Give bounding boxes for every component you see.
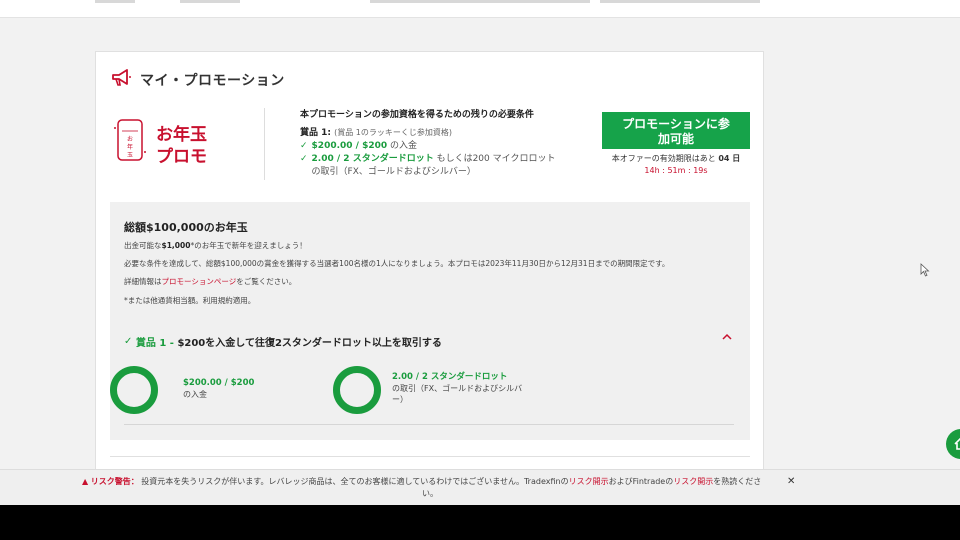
cond2-suffix: もしくは200 マイクロロット: [436, 154, 556, 164]
risk-end: を熟読くださ: [713, 477, 762, 486]
nav-item-ghost[interactable]: [95, 0, 135, 3]
offer-expiry: 本オファーの有効期限はあと 04 日 14h : 51m : 19s: [602, 153, 750, 177]
line3-post: をご覧ください。: [236, 277, 297, 286]
prize-title: $200を入金して往復2スタンダードロット以上を取引する: [177, 337, 442, 349]
risk-warning-label: リスク警告：: [90, 477, 139, 486]
panel-line1: 出金可能な$1,000*のお年玉で新年を迎えましょう！: [124, 240, 307, 251]
line1-post: *のお年玉で新年を迎えましょう！: [190, 241, 307, 250]
my-promotions-card: マイ・プロモーション お 年 玉 お年玉 プロモ 本プロモーションの参加資格を得…: [95, 51, 764, 505]
page-viewport: マイ・プロモーション お 年 玉 お年玉 プロモ 本プロモーションの参加資格を得…: [0, 0, 960, 505]
countdown-timer: 14h : 51m : 19s: [644, 166, 708, 175]
check-icon: ✓: [124, 335, 136, 347]
card-divider: [110, 456, 750, 457]
close-risk-warning-button[interactable]: ✕: [787, 476, 795, 487]
line1-bold: $1,000: [161, 241, 191, 250]
chevron-up-icon[interactable]: [722, 333, 732, 344]
risk-disclosure-link-tradexfin[interactable]: リスク開示: [569, 477, 609, 486]
condition-deposit: ✓ $200.00 / $200 の入金: [300, 140, 590, 153]
promo-details-panel: 総額$100,000のお年玉 出金可能な$1,000*のお年玉で新年を迎えましょ…: [110, 202, 750, 440]
card-title: マイ・プロモーション: [140, 73, 285, 89]
card-header: マイ・プロモーション: [110, 68, 285, 92]
home-fab-button[interactable]: [946, 429, 960, 459]
cond1-value: $200.00 / $200: [311, 141, 388, 151]
promotion-eligible-button[interactable]: プロモーションに参 加可能: [602, 112, 750, 149]
nav-item-ghost[interactable]: [600, 0, 760, 3]
progress-deposit-text: $200.00 / $200 の入金: [183, 377, 254, 400]
risk-warning-bar: ▲ リスク警告： 投資元本を失うリスクが伴います。レバレッジ商品は、全てのお客様…: [0, 469, 960, 505]
cursor-icon: [920, 262, 930, 281]
prize-sub: (賞品 1のラッキーくじ参加資格): [334, 128, 453, 137]
check-icon: ✓: [300, 154, 308, 164]
promotion-page-link[interactable]: プロモーションページ: [162, 277, 237, 286]
progress-ring-deposit: [110, 366, 158, 414]
panel-title: 総額$100,000のお年玉: [124, 221, 248, 234]
expiry-days: 04 日: [718, 154, 741, 163]
prize-title-green: 賞品 1 -: [135, 337, 174, 349]
requirements-heading: 本プロモーションの参加資格を得るための残りの必要条件: [300, 110, 534, 120]
prize-accordion-header[interactable]: ✓ 賞品 1 - $200を入金して往復2スタンダードロット以上を取引する: [124, 333, 736, 349]
progress2-label-line1: の取引（FX、ゴールドおよびシルバ: [392, 384, 523, 393]
risk-mid: およびFintradeの: [608, 477, 674, 486]
line1-pre: 出金可能な: [124, 241, 162, 250]
progress2-value: 2.00 / 2 スタンダードロット: [392, 372, 508, 382]
risk-text: 投資元本を失うリスクが伴います。レバレッジ商品は、全てのお客様に適しているわけで…: [141, 477, 569, 486]
svg-text:玉: 玉: [127, 152, 133, 159]
panel-divider: [124, 424, 734, 425]
nav-item-ghost[interactable]: [180, 0, 240, 3]
svg-text:プロモ: プロモ: [156, 146, 207, 167]
expiry-text: 本オファーの有効期限はあと: [611, 154, 716, 163]
cond2-line2: の取引（FX、ゴールドおよびシルバー）: [311, 167, 476, 177]
requirements-block: 本プロモーションの参加資格を得るための残りの必要条件 賞品 1: (賞品 1のラ…: [300, 109, 590, 179]
button-label-line2: 加可能: [657, 132, 694, 146]
button-label-line1: プロモーションに参: [622, 117, 730, 131]
condition-trade: ✓ 2.00 / 2 スタンダードロット もしくは200 マイクロロット の取引…: [300, 153, 590, 179]
risk-warning-text: ▲ リスク警告： 投資元本を失うリスクが伴います。レバレッジ商品は、全てのお客様…: [82, 476, 782, 500]
progress1-value: $200.00 / $200: [183, 378, 255, 388]
risk-end-line2: い。: [422, 489, 438, 498]
prize-label: 賞品 1:: [300, 128, 331, 138]
progress-ring-trade: [333, 366, 381, 414]
progress2-label-line2: ー）: [392, 395, 408, 404]
progress1-label: の入金: [183, 390, 207, 399]
panel-line3: 詳細情報はプロモーションページをご覧ください。: [124, 276, 296, 287]
otoshidama-promo-logo: お 年 玉 お年玉 プロモ: [114, 116, 224, 172]
cond1-suffix: の入金: [390, 141, 418, 151]
nav-item-ghost[interactable]: [370, 0, 590, 3]
top-nav-bar: [0, 0, 960, 18]
progress-trade-text: 2.00 / 2 スタンダードロット の取引（FX、ゴールドおよびシルバ ー）: [392, 371, 522, 405]
line3-pre: 詳細情報は: [124, 277, 162, 286]
svg-text:お年玉: お年玉: [156, 124, 207, 145]
svg-text:年: 年: [127, 143, 133, 151]
check-icon: ✓: [300, 141, 308, 151]
warning-icon: ▲: [82, 477, 89, 486]
panel-line4: *または他通貨相当額。利用規約適用。: [124, 296, 256, 305]
megaphone-icon: [110, 68, 132, 92]
risk-disclosure-link-fintrade[interactable]: リスク開示: [673, 477, 713, 486]
panel-line2: 必要な条件を達成して、総額$100,000の賞金を獲得する当選者100名様の1人…: [124, 259, 670, 268]
vertical-divider: [264, 108, 265, 180]
prize-line: 賞品 1: (賞品 1のラッキーくじ参加資格): [300, 126, 590, 140]
svg-text:お: お: [127, 136, 133, 143]
cond2-value: 2.00 / 2 スタンダードロット: [311, 154, 434, 164]
